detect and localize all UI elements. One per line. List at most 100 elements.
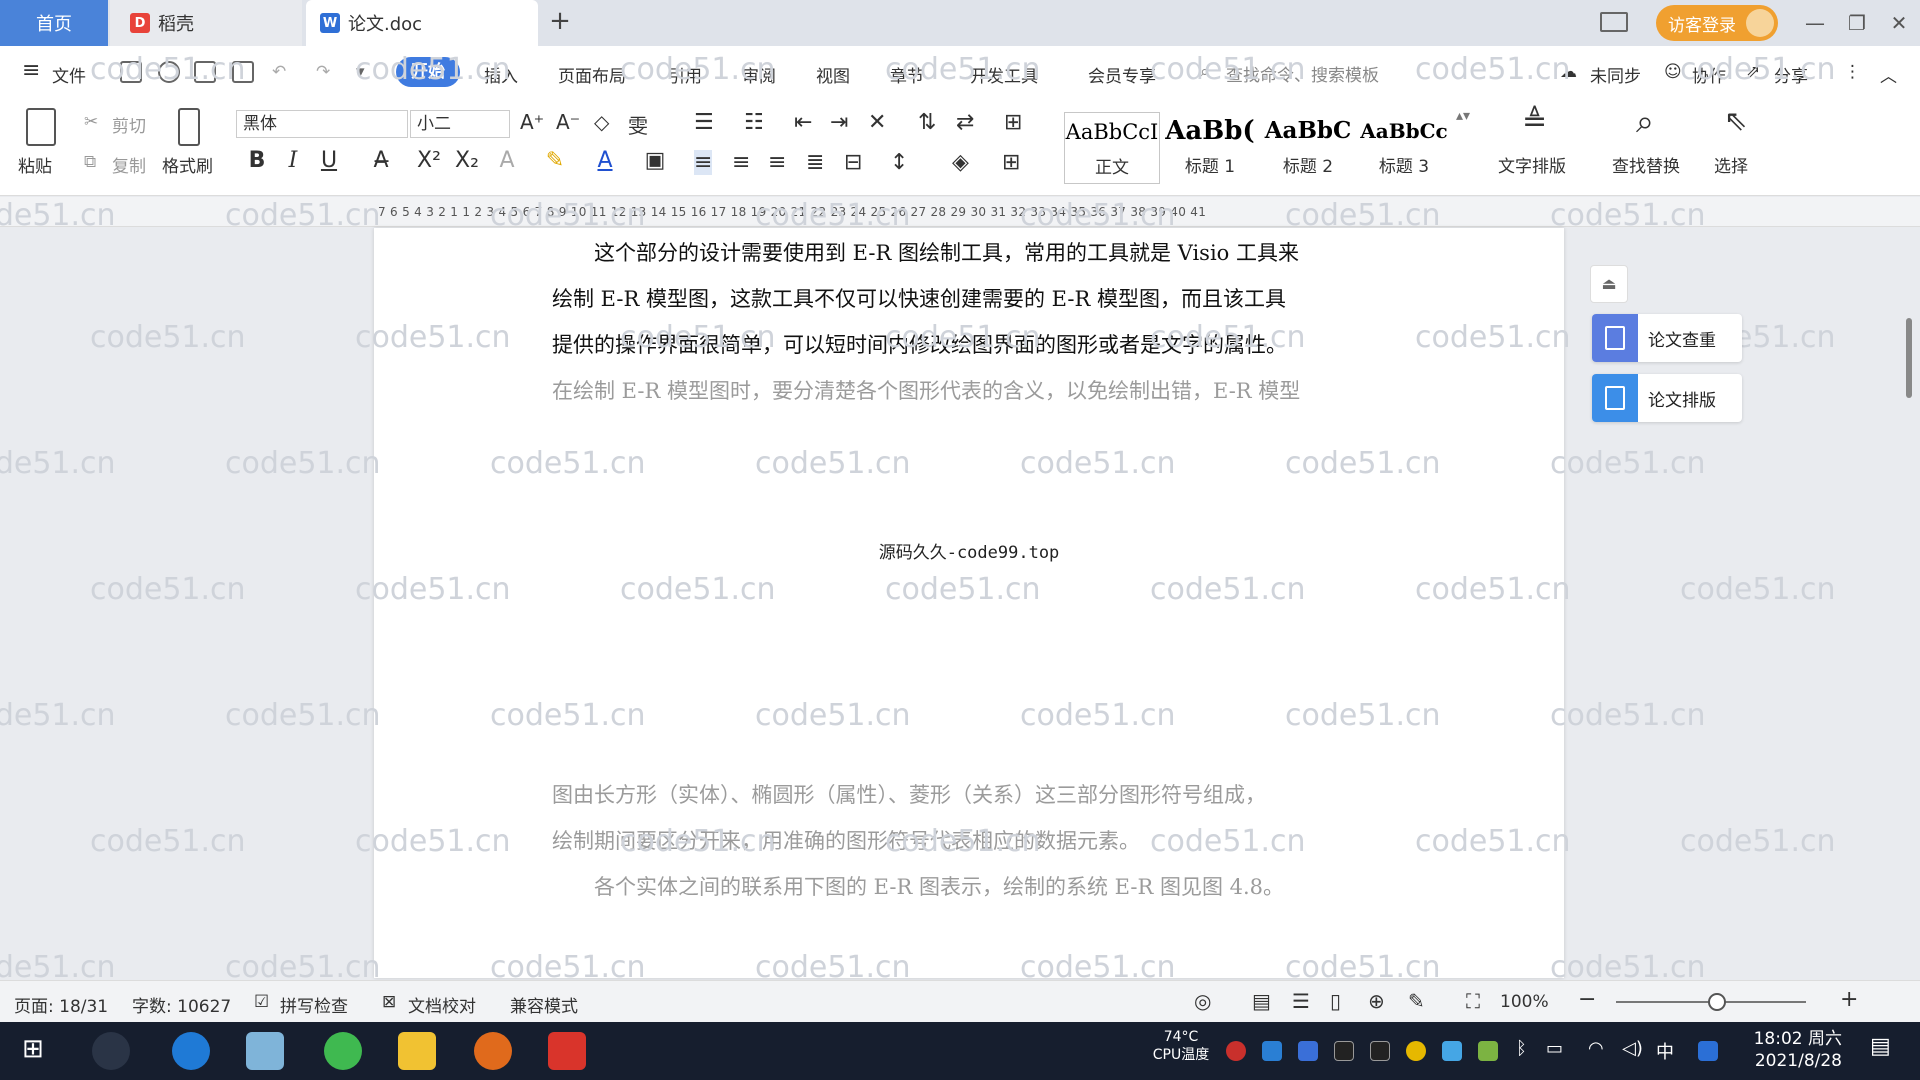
minimize-icon[interactable]: — — [1800, 8, 1830, 38]
scrollbar-thumb[interactable] — [1906, 318, 1912, 398]
font-size-select[interactable]: 小二 — [410, 110, 510, 138]
tab-member[interactable]: 会员专享 — [1088, 62, 1156, 87]
increase-indent-icon[interactable]: ⇥ — [830, 110, 848, 135]
collab-button[interactable]: 协作 — [1692, 62, 1726, 87]
tab-devtools[interactable]: 开发工具 — [970, 62, 1038, 87]
penguin-icon[interactable] — [1334, 1041, 1354, 1061]
print-icon[interactable] — [194, 61, 216, 83]
select-button[interactable]: 选择 — [1714, 152, 1748, 177]
spellcheck-button[interactable]: 拼写检查 — [280, 992, 348, 1017]
zoom-out-icon[interactable]: − — [1578, 987, 1596, 1012]
phonetic-guide-icon[interactable]: 雯 — [628, 110, 648, 139]
wps-app-icon[interactable] — [548, 1032, 586, 1070]
format-painter-button[interactable]: 格式刷 — [162, 152, 213, 177]
align-left-icon[interactable]: ≡ — [694, 150, 713, 175]
tab-reference[interactable]: 引用 — [668, 62, 702, 87]
style-heading-1[interactable]: AaBb( 标题 1 — [1162, 112, 1258, 184]
strikethrough-icon[interactable]: A̶ — [366, 148, 396, 173]
collapse-ribbon-icon[interactable]: ︿ — [1880, 62, 1897, 87]
tab-review[interactable]: 审阅 — [742, 62, 776, 87]
numbered-list-icon[interactable]: ☷ — [744, 110, 764, 135]
outline-view-icon[interactable]: ☰ — [1292, 989, 1310, 1013]
tab-home[interactable]: 首页 — [0, 0, 108, 46]
line-spacing-icon[interactable]: ↕ — [890, 150, 908, 175]
horizontal-ruler[interactable]: 7 6 5 4 3 2 1 1 2 3 4 5 6 7 8 9 10 11 12… — [0, 197, 1920, 227]
char-border-icon[interactable]: ▣ — [640, 148, 670, 173]
distribute-icon[interactable]: ⊟ — [844, 150, 862, 175]
tab-insert[interactable]: 插入 — [484, 62, 518, 87]
align-center-icon[interactable]: ≡ — [732, 150, 750, 175]
text-direction-icon[interactable]: ⇄ — [956, 110, 974, 135]
redo-icon[interactable]: ↷ — [316, 62, 330, 82]
print-preview-icon[interactable] — [232, 61, 254, 83]
eye-protect-icon[interactable]: ◎ — [1194, 989, 1211, 1013]
side-collapse-icon[interactable]: ⏏ — [1590, 265, 1628, 303]
tab-daoke[interactable]: D 稻壳 — [110, 0, 302, 46]
tray-app-icon[interactable] — [1262, 1041, 1282, 1061]
restore-icon[interactable]: ❐ — [1842, 8, 1872, 38]
login-button[interactable]: 访客登录 — [1656, 5, 1778, 41]
nvidia-icon[interactable] — [1478, 1041, 1498, 1061]
clear-format-icon[interactable]: ◇ — [594, 110, 609, 134]
underline-button[interactable]: U — [314, 148, 344, 173]
fan-app-icon[interactable] — [92, 1032, 130, 1070]
notification-icon[interactable]: ▤ — [1870, 1034, 1891, 1059]
tab-stops-icon[interactable]: ⊞ — [1004, 110, 1022, 135]
tray-app-icon[interactable] — [1698, 1041, 1718, 1061]
green-browser-icon[interactable] — [324, 1032, 362, 1070]
page-view-icon[interactable]: ▤ — [1252, 989, 1271, 1013]
cpu-temp-widget[interactable]: 74°C CPU温度 — [1146, 1028, 1216, 1064]
styles-scroll-icon[interactable]: ▴▾ — [1456, 108, 1470, 124]
shading-icon[interactable]: ◈ — [952, 150, 969, 175]
save-icon[interactable] — [120, 61, 142, 83]
hamburger-icon[interactable]: ≡ — [22, 58, 40, 83]
tab-document[interactable]: W 论文.doc — [306, 0, 538, 46]
word-count[interactable]: 字数: 10627 — [132, 992, 231, 1017]
tab-start[interactable]: 开始 — [396, 57, 460, 87]
tray-app-icon[interactable] — [1442, 1041, 1462, 1061]
superscript-icon[interactable]: X² — [414, 148, 444, 173]
write-mode-icon[interactable]: ✎ — [1408, 989, 1425, 1013]
tab-page-layout[interactable]: 页面布局 — [558, 62, 626, 87]
cut-button[interactable]: 剪切 — [112, 112, 146, 137]
zoom-in-icon[interactable]: + — [1840, 987, 1858, 1012]
vertical-scrollbar[interactable] — [1904, 150, 1914, 970]
more-icon[interactable]: ⋮ — [1844, 62, 1861, 82]
find-replace-button[interactable]: 查找替换 — [1612, 152, 1680, 177]
document-page[interactable]: 这个部分的设计需要使用到 E-R 图绘制工具，常用的工具就是 Visio 工具来… — [374, 228, 1564, 978]
menu-file[interactable]: 文件 — [52, 62, 86, 87]
ime-indicator[interactable]: 中 — [1656, 1038, 1674, 1064]
paste-button[interactable]: 粘贴 — [18, 152, 52, 177]
clock[interactable]: 18:02 周六 2021/8/28 — [1732, 1028, 1842, 1072]
mascot-app-icon[interactable] — [474, 1032, 512, 1070]
shrink-font-icon[interactable]: A⁻ — [556, 110, 580, 134]
paper-check-button[interactable]: 论文查重 — [1592, 314, 1742, 362]
file-explorer-icon[interactable] — [398, 1032, 436, 1070]
ie-browser-icon[interactable] — [172, 1032, 210, 1070]
style-heading-3[interactable]: AaBbCc 标题 3 — [1356, 112, 1452, 184]
redo-file-icon[interactable] — [158, 61, 180, 83]
borders-icon[interactable]: ⊞ — [1002, 150, 1020, 175]
chinese-layout-icon[interactable]: ✕ — [868, 110, 886, 135]
shield-icon[interactable] — [1298, 1041, 1318, 1061]
italic-button[interactable]: I — [278, 148, 308, 173]
tray-app-icon[interactable] — [1406, 1041, 1426, 1061]
web-view-icon[interactable]: ⊕ — [1368, 989, 1385, 1013]
subscript-icon[interactable]: X₂ — [452, 148, 482, 173]
font-name-select[interactable]: 黑体 — [236, 110, 408, 138]
volume-icon[interactable]: ◁) — [1622, 1038, 1643, 1059]
penguin-icon[interactable] — [1370, 1041, 1390, 1061]
bold-button[interactable]: B — [242, 148, 272, 173]
bullet-list-icon[interactable]: ☰ — [694, 110, 714, 135]
zoom-slider-handle[interactable] — [1708, 993, 1726, 1011]
windows-start-icon[interactable]: ⊞ — [22, 1034, 44, 1064]
sync-status[interactable]: 未同步 — [1590, 62, 1641, 87]
highlight-icon[interactable]: ✎ — [540, 148, 570, 173]
tab-view[interactable]: 视图 — [816, 62, 850, 87]
undo-icon[interactable]: ↶ — [272, 62, 286, 82]
battery-icon[interactable]: ▭ — [1546, 1038, 1563, 1059]
notes-app-icon[interactable] — [246, 1032, 284, 1070]
text-effect-icon[interactable]: A — [492, 148, 522, 173]
tab-chapter[interactable]: 章节 — [890, 62, 924, 87]
new-tab-button[interactable]: + — [545, 6, 575, 36]
